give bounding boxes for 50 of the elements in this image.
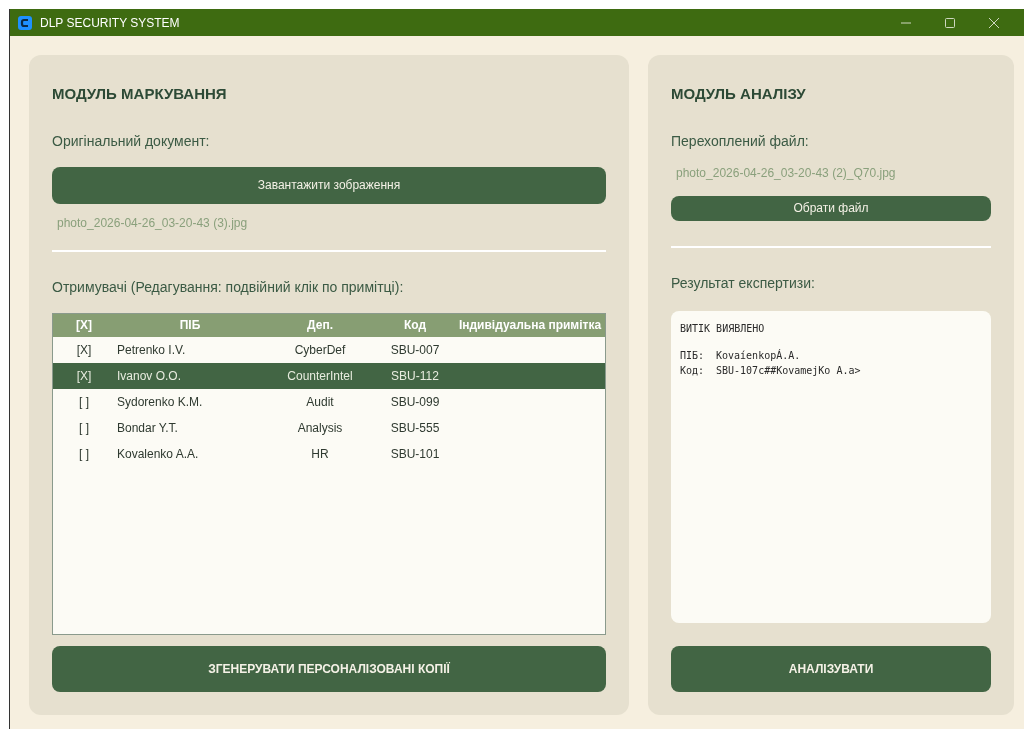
- field-label: Отримувачі (Редагування: подвійний клік по примітці):: [52, 277, 405, 297]
- table-cell-text: SBU-007: [390, 341, 440, 359]
- upload-button[interactable]: Завантажити зображення: [52, 166, 606, 204]
- table-cell-text: Analysis: [297, 419, 343, 437]
- panel-title: МОДУЛЬ МАРКУВАННЯ: [52, 84, 228, 104]
- table-cell: Ivanov O.O.: [117, 368, 182, 383]
- result-label: ПІБ:: [680, 348, 706, 363]
- column-header[interactable]: Деп.: [265, 316, 375, 334]
- field-label: Результат експертизи:: [671, 273, 816, 293]
- table-row[interactable]: [X] Ivanov O.O. CounterIntel SBU-112: [53, 362, 605, 389]
- result-value: SBU-107c##KovamejKo A.a>: [716, 363, 861, 378]
- column-header[interactable]: ПІБ: [115, 316, 265, 334]
- table-cell-text: CounterIntel: [287, 367, 353, 385]
- table-cell-text: [ ]: [79, 445, 89, 463]
- generate-button[interactable]: ЗГЕНЕРУВАТИ ПЕРСОНАЛІЗОВАНІ КОПІЇ: [52, 646, 606, 692]
- analyze-button[interactable]: АНАЛІЗУВАТИ: [671, 646, 991, 692]
- table-cell: Sydorenko K.M.: [117, 394, 203, 409]
- result-value: KovaíenkopÁ.A.: [716, 348, 801, 363]
- table-cell-text: Audit: [306, 393, 334, 411]
- field-label: Перехоплений файл:: [671, 131, 810, 151]
- column-header[interactable]: Індивідуальна примітка: [455, 316, 605, 334]
- table-cell-text: [X]: [76, 341, 92, 359]
- table-row[interactable]: [ ] Bondar Y.T. Analysis SBU-555: [53, 414, 605, 441]
- panel-title: МОДУЛЬ АНАЛІЗУ: [671, 84, 807, 104]
- table-cell-text: [ ]: [79, 419, 89, 437]
- field-label: Оригінальний документ:: [52, 131, 211, 151]
- table-cell-text: CyberDef: [294, 341, 346, 359]
- table-cell: Petrenko I.V.: [117, 342, 186, 357]
- result-heading: ВИТІК ВИЯВЛЕНО: [680, 321, 766, 336]
- table-cell-text: [X]: [76, 367, 92, 385]
- file-name: photo_2026-04-26_03-20-43 (2)_Q70.jpg: [676, 164, 897, 182]
- table-cell-text: SBU-099: [390, 393, 440, 411]
- table-cell-text: [ ]: [79, 393, 89, 411]
- table-row[interactable]: [ ] Sydorenko K.M. Audit SBU-099: [53, 388, 605, 415]
- app-logo-icon: [18, 15, 32, 30]
- table-row[interactable]: [X] Petrenko I.V. CyberDef SBU-007: [53, 336, 605, 363]
- window-title: DLP SECURITY SYSTEM: [40, 14, 180, 32]
- table-cell-text: SBU-555: [390, 419, 440, 437]
- table-cell-text: SBU-112: [391, 367, 439, 385]
- table-row[interactable]: [ ] Kovalenko A.A. HR SBU-101: [53, 440, 605, 467]
- result-text-area[interactable]: ВИТІК ВИЯВЛЕНО ПІБ: KovaíenkopÁ.A. Код: SBU-107c##KovamejKo A.a>: [671, 310, 991, 623]
- table-cell: Kovalenko A.A.: [117, 446, 199, 461]
- table-cell-text: HR: [311, 445, 329, 463]
- choose-file-button[interactable]: Обрати файл: [671, 195, 991, 221]
- result-label: Код:: [680, 363, 706, 378]
- file-name: photo_2026-04-26_03-20-43 (3).jpg: [57, 214, 249, 232]
- table-cell: Bondar Y.T.: [117, 420, 178, 435]
- column-header[interactable]: [X]: [53, 316, 115, 334]
- column-header[interactable]: Код: [375, 316, 455, 334]
- table-cell-text: SBU-101: [390, 445, 440, 463]
